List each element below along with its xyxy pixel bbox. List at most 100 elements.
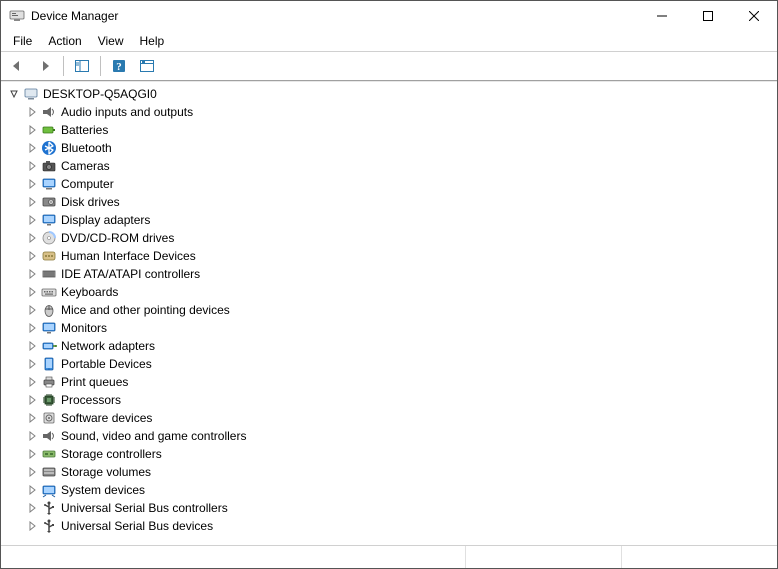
- maximize-button[interactable]: [685, 1, 731, 31]
- category-node[interactable]: Monitors: [25, 319, 777, 337]
- storagectl-icon: [41, 446, 57, 462]
- tree-root-label: DESKTOP-Q5AQGI0: [43, 85, 157, 103]
- category-label: Universal Serial Bus devices: [61, 517, 213, 535]
- battery-icon: [41, 122, 57, 138]
- tree-root-node[interactable]: DESKTOP-Q5AQGI0: [7, 85, 777, 103]
- category-node[interactable]: Audio inputs and outputs: [25, 103, 777, 121]
- category-label: Cameras: [61, 157, 110, 175]
- expand-icon[interactable]: [25, 105, 39, 119]
- category-node[interactable]: Storage volumes: [25, 463, 777, 481]
- expand-icon[interactable]: [25, 483, 39, 497]
- device-manager-window: Device Manager File Action View Help: [0, 0, 778, 569]
- toolbar: ?: [1, 51, 777, 81]
- category-label: IDE ATA/ATAPI controllers: [61, 265, 200, 283]
- category-node[interactable]: System devices: [25, 481, 777, 499]
- device-tree[interactable]: DESKTOP-Q5AQGI0 Audio inputs and outputs…: [1, 81, 777, 545]
- expand-icon[interactable]: [25, 519, 39, 533]
- expand-icon[interactable]: [25, 213, 39, 227]
- expand-icon[interactable]: [25, 285, 39, 299]
- disk-icon: [41, 194, 57, 210]
- mouse-icon: [41, 302, 57, 318]
- category-label: Bluetooth: [61, 139, 112, 157]
- collapse-icon[interactable]: [7, 87, 21, 101]
- category-node[interactable]: DVD/CD-ROM drives: [25, 229, 777, 247]
- expand-icon[interactable]: [25, 123, 39, 137]
- expand-icon[interactable]: [25, 393, 39, 407]
- menu-help[interactable]: Help: [132, 32, 173, 50]
- category-node[interactable]: Human Interface Devices: [25, 247, 777, 265]
- properties-button[interactable]: [135, 54, 159, 78]
- network-icon: [41, 338, 57, 354]
- camera-icon: [41, 158, 57, 174]
- help-button[interactable]: ?: [107, 54, 131, 78]
- category-label: System devices: [61, 481, 145, 499]
- computer-icon: [23, 86, 39, 102]
- expand-icon[interactable]: [25, 267, 39, 281]
- category-node[interactable]: Bluetooth: [25, 139, 777, 157]
- category-label: Display adapters: [61, 211, 150, 229]
- expand-icon[interactable]: [25, 249, 39, 263]
- software-icon: [41, 410, 57, 426]
- category-node[interactable]: Display adapters: [25, 211, 777, 229]
- expand-icon[interactable]: [25, 447, 39, 461]
- expand-icon[interactable]: [25, 195, 39, 209]
- expand-icon[interactable]: [25, 429, 39, 443]
- category-node[interactable]: Universal Serial Bus controllers: [25, 499, 777, 517]
- expand-icon[interactable]: [25, 501, 39, 515]
- toolbar-separator: [63, 56, 64, 76]
- processor-icon: [41, 392, 57, 408]
- expand-icon[interactable]: [25, 159, 39, 173]
- category-node[interactable]: IDE ATA/ATAPI controllers: [25, 265, 777, 283]
- back-button[interactable]: [5, 54, 29, 78]
- expand-icon[interactable]: [25, 321, 39, 335]
- category-label: Sound, video and game controllers: [61, 427, 246, 445]
- display-icon: [41, 212, 57, 228]
- category-node[interactable]: Processors: [25, 391, 777, 409]
- category-node[interactable]: Disk drives: [25, 193, 777, 211]
- system-icon: [41, 482, 57, 498]
- expand-icon[interactable]: [25, 357, 39, 371]
- menu-view[interactable]: View: [90, 32, 132, 50]
- status-cell: [466, 546, 622, 568]
- toolbar-separator: [100, 56, 101, 76]
- bluetooth-icon: [41, 140, 57, 156]
- forward-button[interactable]: [33, 54, 57, 78]
- expand-icon[interactable]: [25, 141, 39, 155]
- window-controls: [639, 1, 777, 31]
- category-node[interactable]: Portable Devices: [25, 355, 777, 373]
- category-node[interactable]: Computer: [25, 175, 777, 193]
- usb-icon: [41, 518, 57, 534]
- expand-icon[interactable]: [25, 303, 39, 317]
- menu-file[interactable]: File: [5, 32, 40, 50]
- expand-icon[interactable]: [25, 411, 39, 425]
- category-node[interactable]: Print queues: [25, 373, 777, 391]
- category-node[interactable]: Software devices: [25, 409, 777, 427]
- expand-icon[interactable]: [25, 231, 39, 245]
- category-node[interactable]: Sound, video and game controllers: [25, 427, 777, 445]
- printer-icon: [41, 374, 57, 390]
- menu-action[interactable]: Action: [40, 32, 89, 50]
- minimize-button[interactable]: [639, 1, 685, 31]
- category-node[interactable]: Mice and other pointing devices: [25, 301, 777, 319]
- expand-icon[interactable]: [25, 339, 39, 353]
- category-node[interactable]: Cameras: [25, 157, 777, 175]
- expand-icon[interactable]: [25, 375, 39, 389]
- expand-icon[interactable]: [25, 177, 39, 191]
- category-node[interactable]: Network adapters: [25, 337, 777, 355]
- category-node[interactable]: Keyboards: [25, 283, 777, 301]
- svg-text:?: ?: [116, 61, 122, 73]
- category-node[interactable]: Universal Serial Bus devices: [25, 517, 777, 535]
- category-label: Universal Serial Bus controllers: [61, 499, 228, 517]
- close-button[interactable]: [731, 1, 777, 31]
- category-node[interactable]: Batteries: [25, 121, 777, 139]
- category-label: Keyboards: [61, 283, 118, 301]
- category-node[interactable]: Storage controllers: [25, 445, 777, 463]
- category-label: Storage controllers: [61, 445, 162, 463]
- category-label: DVD/CD-ROM drives: [61, 229, 174, 247]
- computer-icon: [41, 176, 57, 192]
- category-label: Audio inputs and outputs: [61, 103, 193, 121]
- expand-icon[interactable]: [25, 465, 39, 479]
- category-label: Human Interface Devices: [61, 247, 196, 265]
- show-hide-console-tree-button[interactable]: [70, 54, 94, 78]
- category-label: Print queues: [61, 373, 128, 391]
